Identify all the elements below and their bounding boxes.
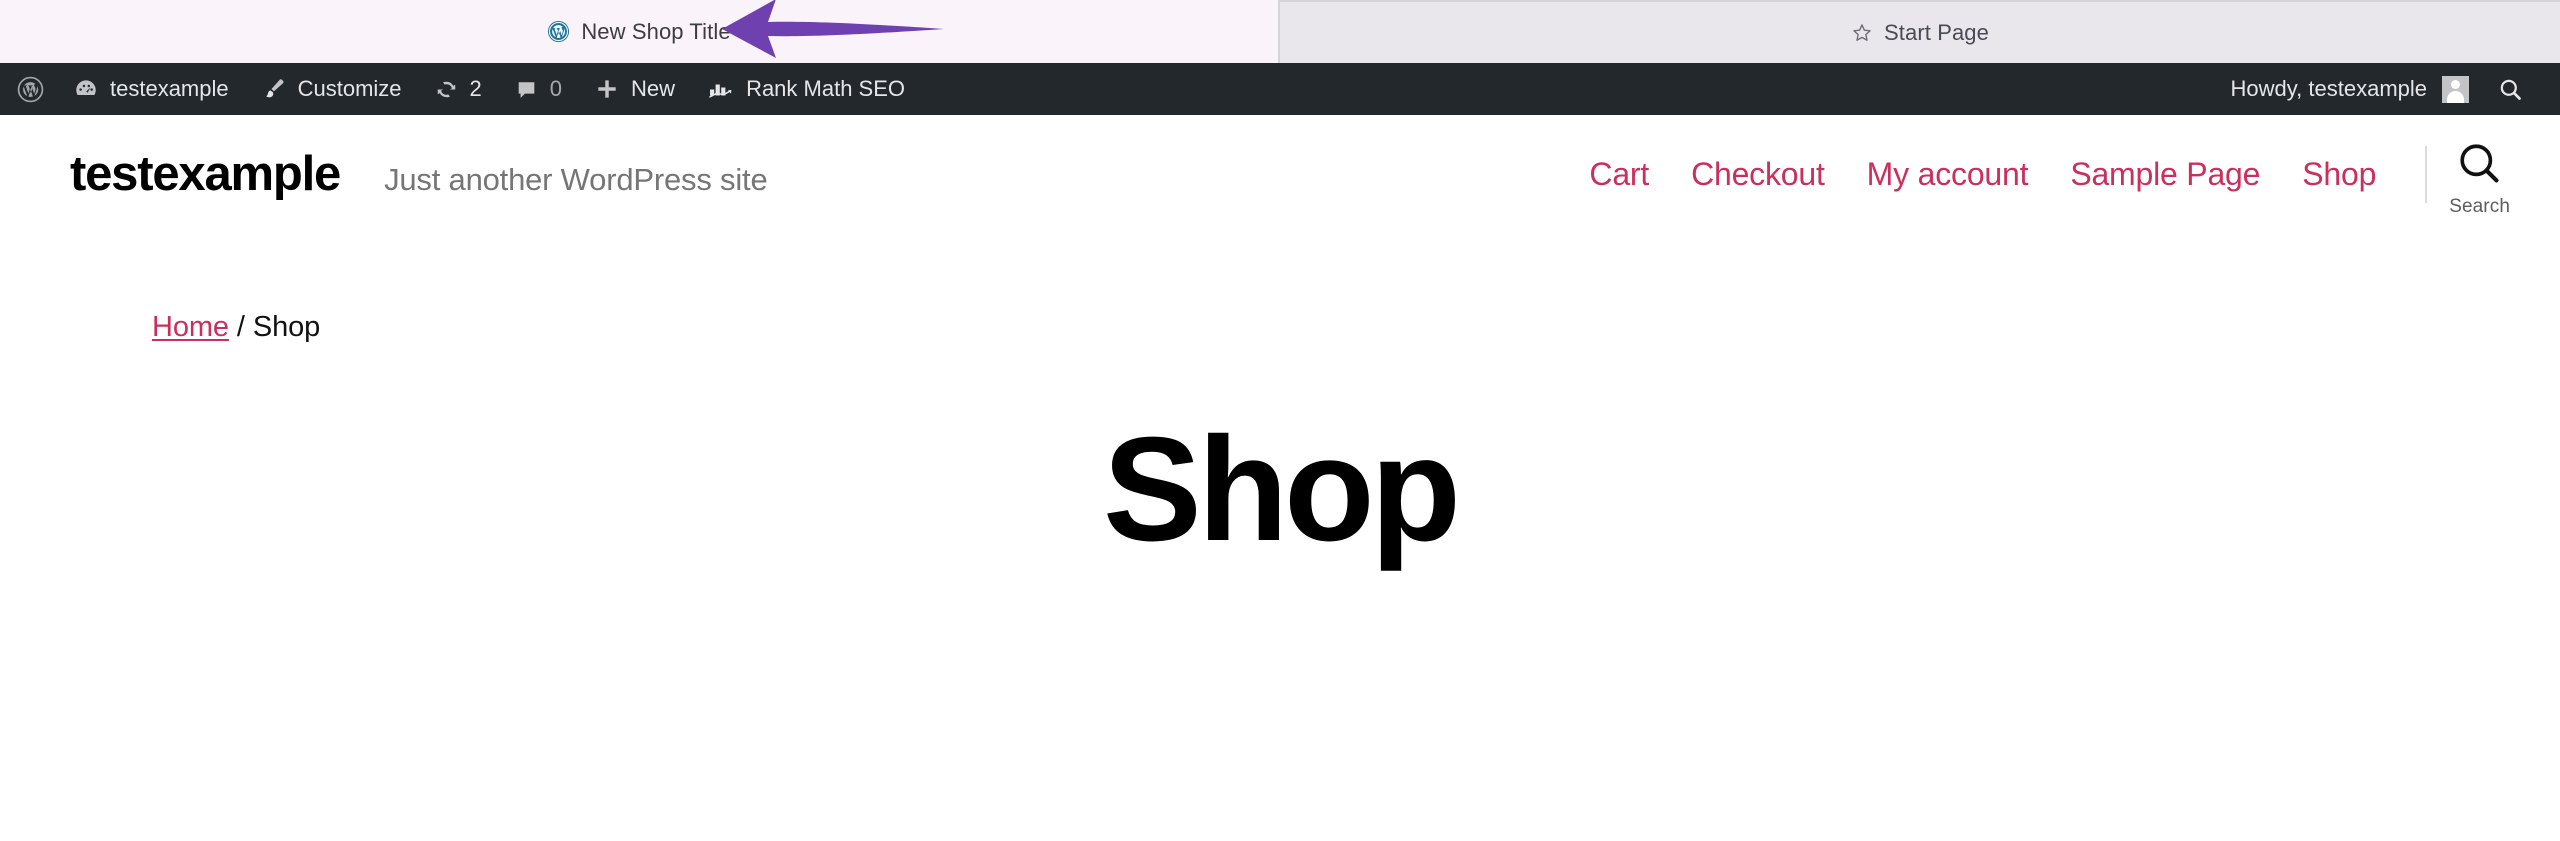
nav-item-shop[interactable]: Shop [2281,156,2397,193]
annotation-arrow-icon [722,0,944,58]
browser-tab-start-page[interactable]: Start Page [1278,0,2560,63]
admin-bar-account[interactable]: Howdy, testexample [2213,63,2487,115]
admin-bar-new-label: New [631,76,676,101]
search-icon [2459,144,2499,183]
nav-divider [2425,145,2428,203]
search-icon [2500,79,2521,100]
admin-bar-customize[interactable]: Customize [245,63,418,115]
admin-bar-updates[interactable]: 2 [418,63,498,115]
primary-navigation: Cart Checkout My account Sample Page Sho… [1568,130,2516,218]
browser-tab-title: Start Page [1884,19,1989,45]
site-branding: testexample Just another WordPress site [70,149,768,199]
breadcrumb-current: Shop [252,311,321,343]
updates-icon [437,81,455,97]
nav-item-cart[interactable]: Cart [1568,156,1670,193]
dashboard-icon [76,80,96,95]
browser-tab-active[interactable]: New Shop Title [0,0,1278,63]
plus-icon [598,80,616,98]
star-icon [1853,23,1871,41]
admin-bar-customize-label: Customize [297,76,402,101]
site-tagline: Just another WordPress site [384,161,768,197]
admin-bar-wp-logo[interactable] [0,63,57,115]
admin-bar-site-name-label: testexample [110,76,229,101]
nav-item-my-account[interactable]: My account [1846,156,2050,193]
wordpress-icon [17,76,44,102]
admin-bar-comments-count: 0 [549,76,563,101]
admin-bar-right-group: Howdy, testexample [2213,63,2560,115]
admin-bar-rank-math-seo[interactable]: Rank Math SEO [691,63,921,115]
breadcrumb-separator: / [228,311,253,343]
admin-bar-comments[interactable]: 0 [498,63,578,115]
rank-math-icon [709,84,732,98]
site-header: testexample Just another WordPress site … [0,115,2560,233]
admin-bar-new[interactable]: New [578,63,691,115]
page-title: Shop [1103,407,1461,572]
avatar [2442,75,2469,103]
browser-tab-strip: New Shop Title Start Page [0,0,2560,63]
brush-icon [265,79,284,98]
nav-item-sample-page[interactable]: Sample Page [2049,156,2281,193]
wp-admin-bar: testexample Customize 2 0 New Rank Math … [0,63,2560,115]
breadcrumb: Home / Shop [0,233,2560,344]
wordpress-icon [548,20,570,43]
header-search-button[interactable]: Search [2449,130,2516,218]
site-title[interactable]: testexample [70,149,341,199]
comment-icon [518,81,535,98]
header-search-label: Search [2449,196,2510,217]
admin-bar-search-button[interactable] [2487,63,2538,115]
main-content: Home / Shop Shop [0,233,2560,567]
breadcrumb-home-link[interactable]: Home [152,311,229,343]
admin-bar-site-name[interactable]: testexample [57,63,245,115]
admin-bar-updates-count: 2 [469,76,482,101]
admin-bar-greeting: Howdy, testexample [2230,76,2427,101]
admin-bar-left-group: testexample Customize 2 0 New Rank Math … [0,63,921,115]
browser-tab-title: New Shop Title [581,18,731,44]
nav-item-checkout[interactable]: Checkout [1670,156,1846,193]
admin-bar-rank-math-label: Rank Math SEO [746,76,906,101]
